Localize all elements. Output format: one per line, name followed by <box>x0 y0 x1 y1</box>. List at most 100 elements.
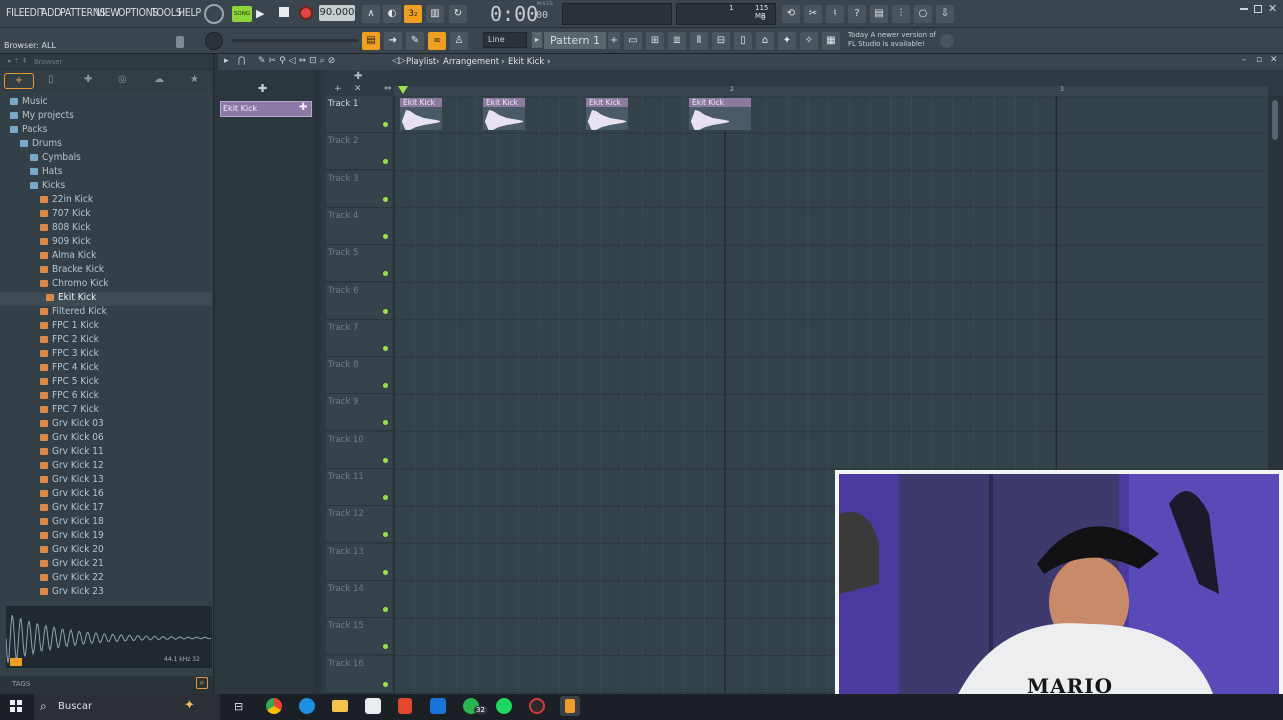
add-track-icon[interactable]: + <box>334 84 342 94</box>
browser-sample-item[interactable]: 22in Kick <box>0 194 212 208</box>
browser-folder-item[interactable]: Music <box>0 96 212 110</box>
song-mode-toggle[interactable]: SONG <box>232 6 252 22</box>
snap-selector[interactable]: Line <box>483 32 527 48</box>
brush-icon[interactable]: ✎ <box>406 32 424 50</box>
audio-clip[interactable]: Ekit Kick <box>586 98 628 131</box>
picker-add-icon[interactable]: ✚ <box>258 82 267 95</box>
browser-folder-item[interactable]: Packs <box>0 124 212 138</box>
tab-favorites-icon[interactable]: ★ <box>190 74 199 85</box>
cart-icon[interactable]: ▦ <box>822 32 840 50</box>
browser-sample-item[interactable]: Grv Kick 18 <box>0 516 212 530</box>
playlist-minimize-icon[interactable]: – <box>1242 55 1247 65</box>
picker-item[interactable]: Ekit Kick ✚ <box>220 101 312 117</box>
playlist-tools-icons[interactable]: ✎✂⚲◁⇔⊡⌕⊘ <box>258 56 338 66</box>
help-icon[interactable]: ? <box>848 5 866 23</box>
track-header[interactable]: Track 5 <box>326 245 392 283</box>
track-mute-led[interactable] <box>383 606 388 612</box>
task-view-icon[interactable]: ⊟ <box>234 700 243 713</box>
browser-sample-item[interactable]: FPC 7 Kick <box>0 404 212 418</box>
track-mute-led[interactable] <box>383 233 388 239</box>
scrollbar-thumb[interactable] <box>1272 100 1278 140</box>
project-tree-icon[interactable]: ⊟ <box>712 32 730 50</box>
playhead-marker-icon[interactable] <box>398 86 408 94</box>
track-mute-led[interactable] <box>383 457 388 463</box>
menu-help[interactable]: HELP <box>178 7 201 19</box>
track-mute-led[interactable] <box>383 383 388 389</box>
browser-sample-item[interactable]: FPC 6 Kick <box>0 390 212 404</box>
save-icon[interactable]: ▤ <box>870 5 888 23</box>
brave-icon[interactable] <box>398 698 412 714</box>
main-volume-knob[interactable] <box>204 4 224 24</box>
track-header[interactable]: Track 6 <box>326 282 392 320</box>
browser-sample-item[interactable]: Grv Kick 11 <box>0 446 212 460</box>
track-mute-led[interactable] <box>383 196 388 202</box>
browser-sample-item[interactable]: FPC 2 Kick <box>0 334 212 348</box>
channel-rack-icon[interactable]: ≣ <box>668 32 686 50</box>
playlist-icon[interactable]: ▭ <box>624 32 642 50</box>
browser-folder-item[interactable]: My projects <box>0 110 212 124</box>
cut-icon[interactable]: ✂ <box>804 5 822 23</box>
playlist-menu-arrow-icon[interactable]: ▸ <box>224 56 229 66</box>
stamp-icon[interactable]: ♙ <box>450 32 468 50</box>
track-header[interactable]: Track 2 <box>326 133 392 171</box>
preview-play-icon[interactable] <box>10 658 22 666</box>
menu-view[interactable]: VIEW <box>96 7 120 19</box>
timeline-ruler[interactable]: 2 3 <box>394 86 1268 96</box>
add-pattern-icon[interactable]: + <box>608 32 620 49</box>
wait-input-icon[interactable]: ◐ <box>383 5 401 23</box>
countdown-icon[interactable]: 3₂ <box>404 5 422 23</box>
metronome-icon[interactable]: ∧ <box>362 5 380 23</box>
track-arrow-icon[interactable]: ⇔ <box>384 84 392 94</box>
touch-controller-icon[interactable]: ✦ <box>778 32 796 50</box>
browser-sample-item[interactable]: Grv Kick 13 <box>0 474 212 488</box>
browser-folder-item[interactable]: Kicks <box>0 180 212 194</box>
chat-icon[interactable]: ○ <box>914 5 932 23</box>
track-mute-led[interactable] <box>383 122 388 127</box>
download-icon[interactable]: ⇩ <box>936 5 954 23</box>
tab-plugins-icon[interactable]: ◎ <box>118 74 127 85</box>
track-mute-led[interactable] <box>383 420 388 426</box>
playlist-close-icon[interactable]: ✕ <box>1270 55 1278 65</box>
browser-sample-item[interactable]: FPC 5 Kick <box>0 376 212 390</box>
tempo-display[interactable]: 90.000 <box>319 5 355 21</box>
browser-sample-item[interactable]: 808 Kick <box>0 222 212 236</box>
browser-sample-item[interactable]: Grv Kick 23 <box>0 586 212 600</box>
link-icon[interactable]: ∞ <box>428 32 446 50</box>
track-header[interactable]: Track 7 <box>326 319 392 357</box>
browser-sample-item[interactable]: Ekit Kick <box>0 292 212 306</box>
track-header[interactable]: Track 13 <box>326 543 392 581</box>
browser-sample-item[interactable]: Bracke Kick <box>0 264 212 278</box>
plugin-picker-icon[interactable]: ⌂ <box>756 32 774 50</box>
browser-sample-item[interactable]: Alma Kick <box>0 250 212 264</box>
browser-sample-item[interactable]: Grv Kick 20 <box>0 544 212 558</box>
track-header[interactable]: Track 15 <box>326 618 392 656</box>
track-mute-led[interactable] <box>383 308 388 314</box>
track-mute-led[interactable] <box>383 495 388 500</box>
edge-icon[interactable] <box>299 698 315 714</box>
track-mute-led[interactable] <box>383 159 388 165</box>
track-mute-led[interactable] <box>383 271 388 277</box>
browser-sample-item[interactable]: FPC 3 Kick <box>0 348 212 362</box>
obs-icon[interactable] <box>529 698 545 714</box>
microphone-icon[interactable]: ♮ <box>826 5 844 23</box>
tab-current-project-icon[interactable]: ▯ <box>48 74 54 85</box>
zoom-handle-icon[interactable]: ✚ <box>354 71 362 82</box>
track-header[interactable]: Track 14 <box>326 580 392 618</box>
browser-sample-item[interactable]: FPC 1 Kick <box>0 320 212 334</box>
track-mute-led[interactable] <box>383 681 388 687</box>
browser-sample-item[interactable]: Grv Kick 06 <box>0 432 212 446</box>
fl-studio-taskbar-button[interactable] <box>560 696 580 716</box>
taskbar-search[interactable]: ⌕ Buscar ✦ <box>34 694 220 720</box>
tab-plugin-database-icon[interactable]: ✚ <box>84 74 92 85</box>
breadcrumb-arrangement[interactable]: Arrangement <box>443 57 499 67</box>
close-icon[interactable]: ✕ <box>1268 2 1277 15</box>
browser-folder-item[interactable]: Hats <box>0 166 212 180</box>
playlist-window-icon[interactable]: ▤ <box>362 32 380 50</box>
picker-scrollbar[interactable] <box>313 70 320 694</box>
tab-cloud-icon[interactable]: ☁ <box>154 74 164 85</box>
pitch-knob[interactable] <box>205 32 223 50</box>
windows-start-icon[interactable] <box>10 700 22 712</box>
browser-sample-item[interactable]: FPC 4 Kick <box>0 362 212 376</box>
browser-sample-item[interactable]: Filtered Kick <box>0 306 212 320</box>
browser-sample-item[interactable]: Grv Kick 03 <box>0 418 212 432</box>
